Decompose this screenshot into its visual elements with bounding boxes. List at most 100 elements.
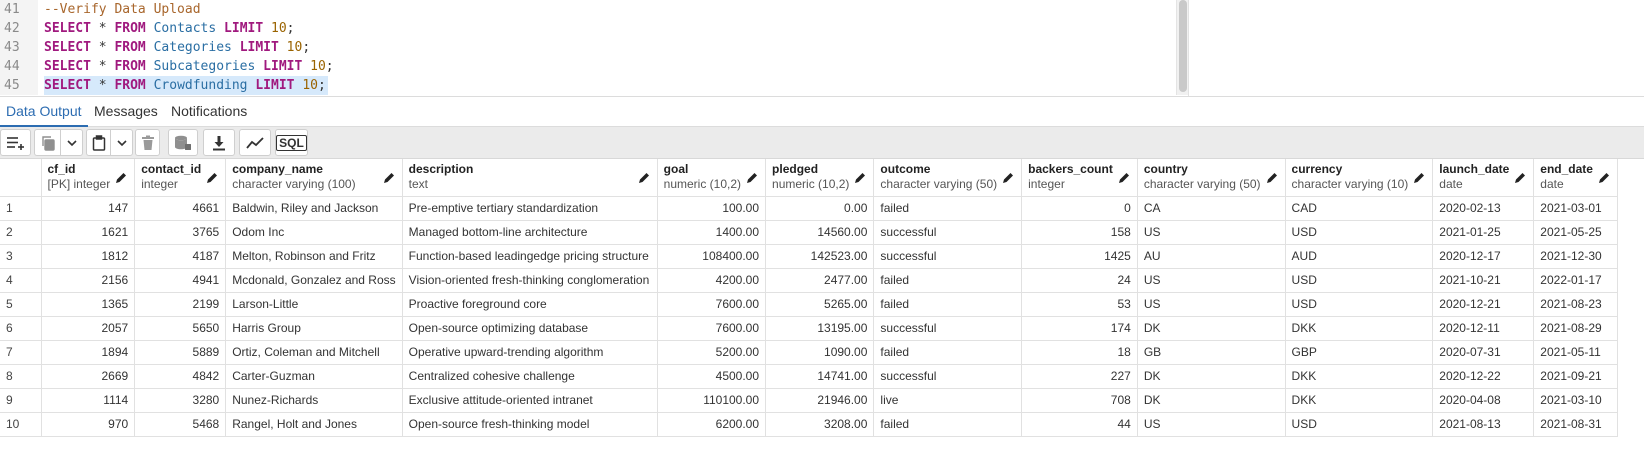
- code-line[interactable]: 42 SELECT * FROM Contacts LIMIT 10;: [0, 19, 1190, 38]
- pencil-icon[interactable]: [1412, 171, 1426, 185]
- cell-goal[interactable]: 100.00: [657, 196, 767, 221]
- cell-pledged[interactable]: 5265.00: [765, 292, 875, 317]
- cell-goal[interactable]: 1400.00: [657, 220, 767, 245]
- editor-scrollbar[interactable]: [1176, 0, 1188, 95]
- cell-goal[interactable]: 7600.00: [657, 316, 767, 341]
- cell-currency[interactable]: USD: [1285, 220, 1434, 245]
- cell-company-name[interactable]: Baldwin, Riley and Jackson: [225, 196, 403, 221]
- row-number[interactable]: 2: [0, 220, 42, 245]
- cell-outcome[interactable]: successful: [873, 220, 1023, 245]
- cell-cf-id[interactable]: 1894: [41, 340, 136, 365]
- table-row[interactable]: 8 2669 4842 Carter-Guzman Centralized cohesi…: [0, 364, 1618, 389]
- cell-end-date[interactable]: 2021-08-23: [1533, 292, 1618, 317]
- cell-pledged[interactable]: 142523.00: [765, 244, 875, 269]
- cell-company-name[interactable]: Odom Inc: [225, 220, 403, 245]
- cell-end-date[interactable]: 2021-05-11: [1533, 340, 1618, 365]
- pencil-icon[interactable]: [1117, 171, 1131, 185]
- cell-description[interactable]: Proactive foreground core: [402, 292, 658, 317]
- cell-pledged[interactable]: 14560.00: [765, 220, 875, 245]
- cell-contact-id[interactable]: 4661: [134, 196, 227, 221]
- row-number[interactable]: 8: [0, 364, 42, 389]
- cell-currency[interactable]: GBP: [1285, 340, 1434, 365]
- cell-description[interactable]: Operative upward-trending algorithm: [402, 340, 658, 365]
- cell-country[interactable]: AU: [1137, 244, 1286, 269]
- table-row[interactable]: 1 147 4661 Baldwin, Riley and Jackson Pre-em…: [0, 196, 1618, 221]
- cell-cf-id[interactable]: 970: [41, 412, 136, 437]
- cell-goal[interactable]: 4500.00: [657, 364, 767, 389]
- table-row[interactable]: 9 1114 3280 Nunez-Richards Exclusive attitud…: [0, 388, 1618, 413]
- row-number[interactable]: 6: [0, 316, 42, 341]
- cell-company-name[interactable]: Melton, Robinson and Fritz: [225, 244, 403, 269]
- cell-company-name[interactable]: Ortiz, Coleman and Mitchell: [225, 340, 403, 365]
- cell-cf-id[interactable]: 1114: [41, 388, 136, 413]
- cell-backers-count[interactable]: 53: [1021, 292, 1138, 317]
- cell-end-date[interactable]: 2021-08-29: [1533, 316, 1618, 341]
- pencil-icon[interactable]: [1513, 171, 1527, 185]
- table-row[interactable]: 7 1894 5889 Ortiz, Coleman and Mitchell Oper…: [0, 340, 1618, 365]
- cell-backers-count[interactable]: 0: [1021, 196, 1138, 221]
- code-line[interactable]: 41 --Verify Data Upload: [0, 0, 1190, 19]
- cell-end-date[interactable]: 2022-01-17: [1533, 268, 1618, 293]
- pencil-icon[interactable]: [745, 171, 759, 185]
- cell-cf-id[interactable]: 1365: [41, 292, 136, 317]
- cell-goal[interactable]: 4200.00: [657, 268, 767, 293]
- pencil-icon[interactable]: [637, 171, 651, 185]
- cell-pledged[interactable]: 0.00: [765, 196, 875, 221]
- cell-cf-id[interactable]: 1812: [41, 244, 136, 269]
- cell-currency[interactable]: CAD: [1285, 196, 1434, 221]
- cell-backers-count[interactable]: 18: [1021, 340, 1138, 365]
- tab-data-output[interactable]: Data Output: [0, 97, 88, 127]
- cell-pledged[interactable]: 3208.00: [765, 412, 875, 437]
- cell-country[interactable]: US: [1137, 412, 1286, 437]
- cell-end-date[interactable]: 2021-05-25: [1533, 220, 1618, 245]
- cell-currency[interactable]: USD: [1285, 412, 1434, 437]
- cell-goal[interactable]: 108400.00: [657, 244, 767, 269]
- pencil-icon[interactable]: [205, 171, 219, 185]
- cell-outcome[interactable]: failed: [873, 292, 1023, 317]
- cell-backers-count[interactable]: 24: [1021, 268, 1138, 293]
- cell-outcome[interactable]: successful: [873, 316, 1023, 341]
- cell-company-name[interactable]: Mcdonald, Gonzalez and Ross: [225, 268, 403, 293]
- pencil-icon[interactable]: [1265, 171, 1279, 185]
- cell-pledged[interactable]: 21946.00: [765, 388, 875, 413]
- query-editor[interactable]: 41 --Verify Data Upload 42 SELECT * FROM Co…: [0, 0, 1644, 100]
- row-number[interactable]: 4: [0, 268, 42, 293]
- cell-country[interactable]: US: [1137, 220, 1286, 245]
- column-header-description[interactable]: description text: [402, 159, 658, 197]
- cell-cf-id[interactable]: 2669: [41, 364, 136, 389]
- cell-cf-id[interactable]: 2156: [41, 268, 136, 293]
- cell-launch-date[interactable]: 2020-12-11: [1432, 316, 1535, 341]
- cell-description[interactable]: Vision-oriented fresh-thinking conglomer…: [402, 268, 658, 293]
- row-number[interactable]: 9: [0, 388, 42, 413]
- tab-messages[interactable]: Messages: [88, 97, 164, 127]
- cell-currency[interactable]: DKK: [1285, 316, 1434, 341]
- cell-launch-date[interactable]: 2020-04-08: [1432, 388, 1535, 413]
- cell-cf-id[interactable]: 1621: [41, 220, 136, 245]
- table-row[interactable]: 5 1365 2199 Larson-Little Proactive foregrou…: [0, 292, 1618, 317]
- cell-country[interactable]: DK: [1137, 364, 1286, 389]
- copy-options-button[interactable]: [60, 129, 83, 156]
- cell-launch-date[interactable]: 2020-12-21: [1432, 292, 1535, 317]
- cell-country[interactable]: GB: [1137, 340, 1286, 365]
- paste-options-button[interactable]: [110, 129, 133, 156]
- cell-launch-date[interactable]: 2020-12-22: [1432, 364, 1535, 389]
- cell-backers-count[interactable]: 227: [1021, 364, 1138, 389]
- column-header-pledged[interactable]: pledged numeric (10,2): [765, 159, 875, 197]
- cell-outcome[interactable]: failed: [873, 196, 1023, 221]
- code-line[interactable]: 45 SELECT * FROM Crowdfunding LIMIT 10;: [0, 76, 1190, 95]
- cell-description[interactable]: Managed bottom-line architecture: [402, 220, 658, 245]
- row-number[interactable]: 7: [0, 340, 42, 365]
- cell-outcome[interactable]: failed: [873, 340, 1023, 365]
- cell-launch-date[interactable]: 2021-01-25: [1432, 220, 1535, 245]
- cell-description[interactable]: Exclusive attitude-oriented intranet: [402, 388, 658, 413]
- data-grid[interactable]: cf_id [PK] integer contact_id integer compan…: [0, 159, 1644, 460]
- row-number[interactable]: 1: [0, 196, 42, 221]
- cell-outcome[interactable]: successful: [873, 244, 1023, 269]
- cell-contact-id[interactable]: 4842: [134, 364, 227, 389]
- cell-contact-id[interactable]: 2199: [134, 292, 227, 317]
- add-row-button[interactable]: [0, 129, 31, 156]
- cell-cf-id[interactable]: 2057: [41, 316, 136, 341]
- cell-pledged[interactable]: 14741.00: [765, 364, 875, 389]
- pencil-icon[interactable]: [853, 171, 867, 185]
- column-header-launch-date[interactable]: launch_date date: [1432, 159, 1535, 197]
